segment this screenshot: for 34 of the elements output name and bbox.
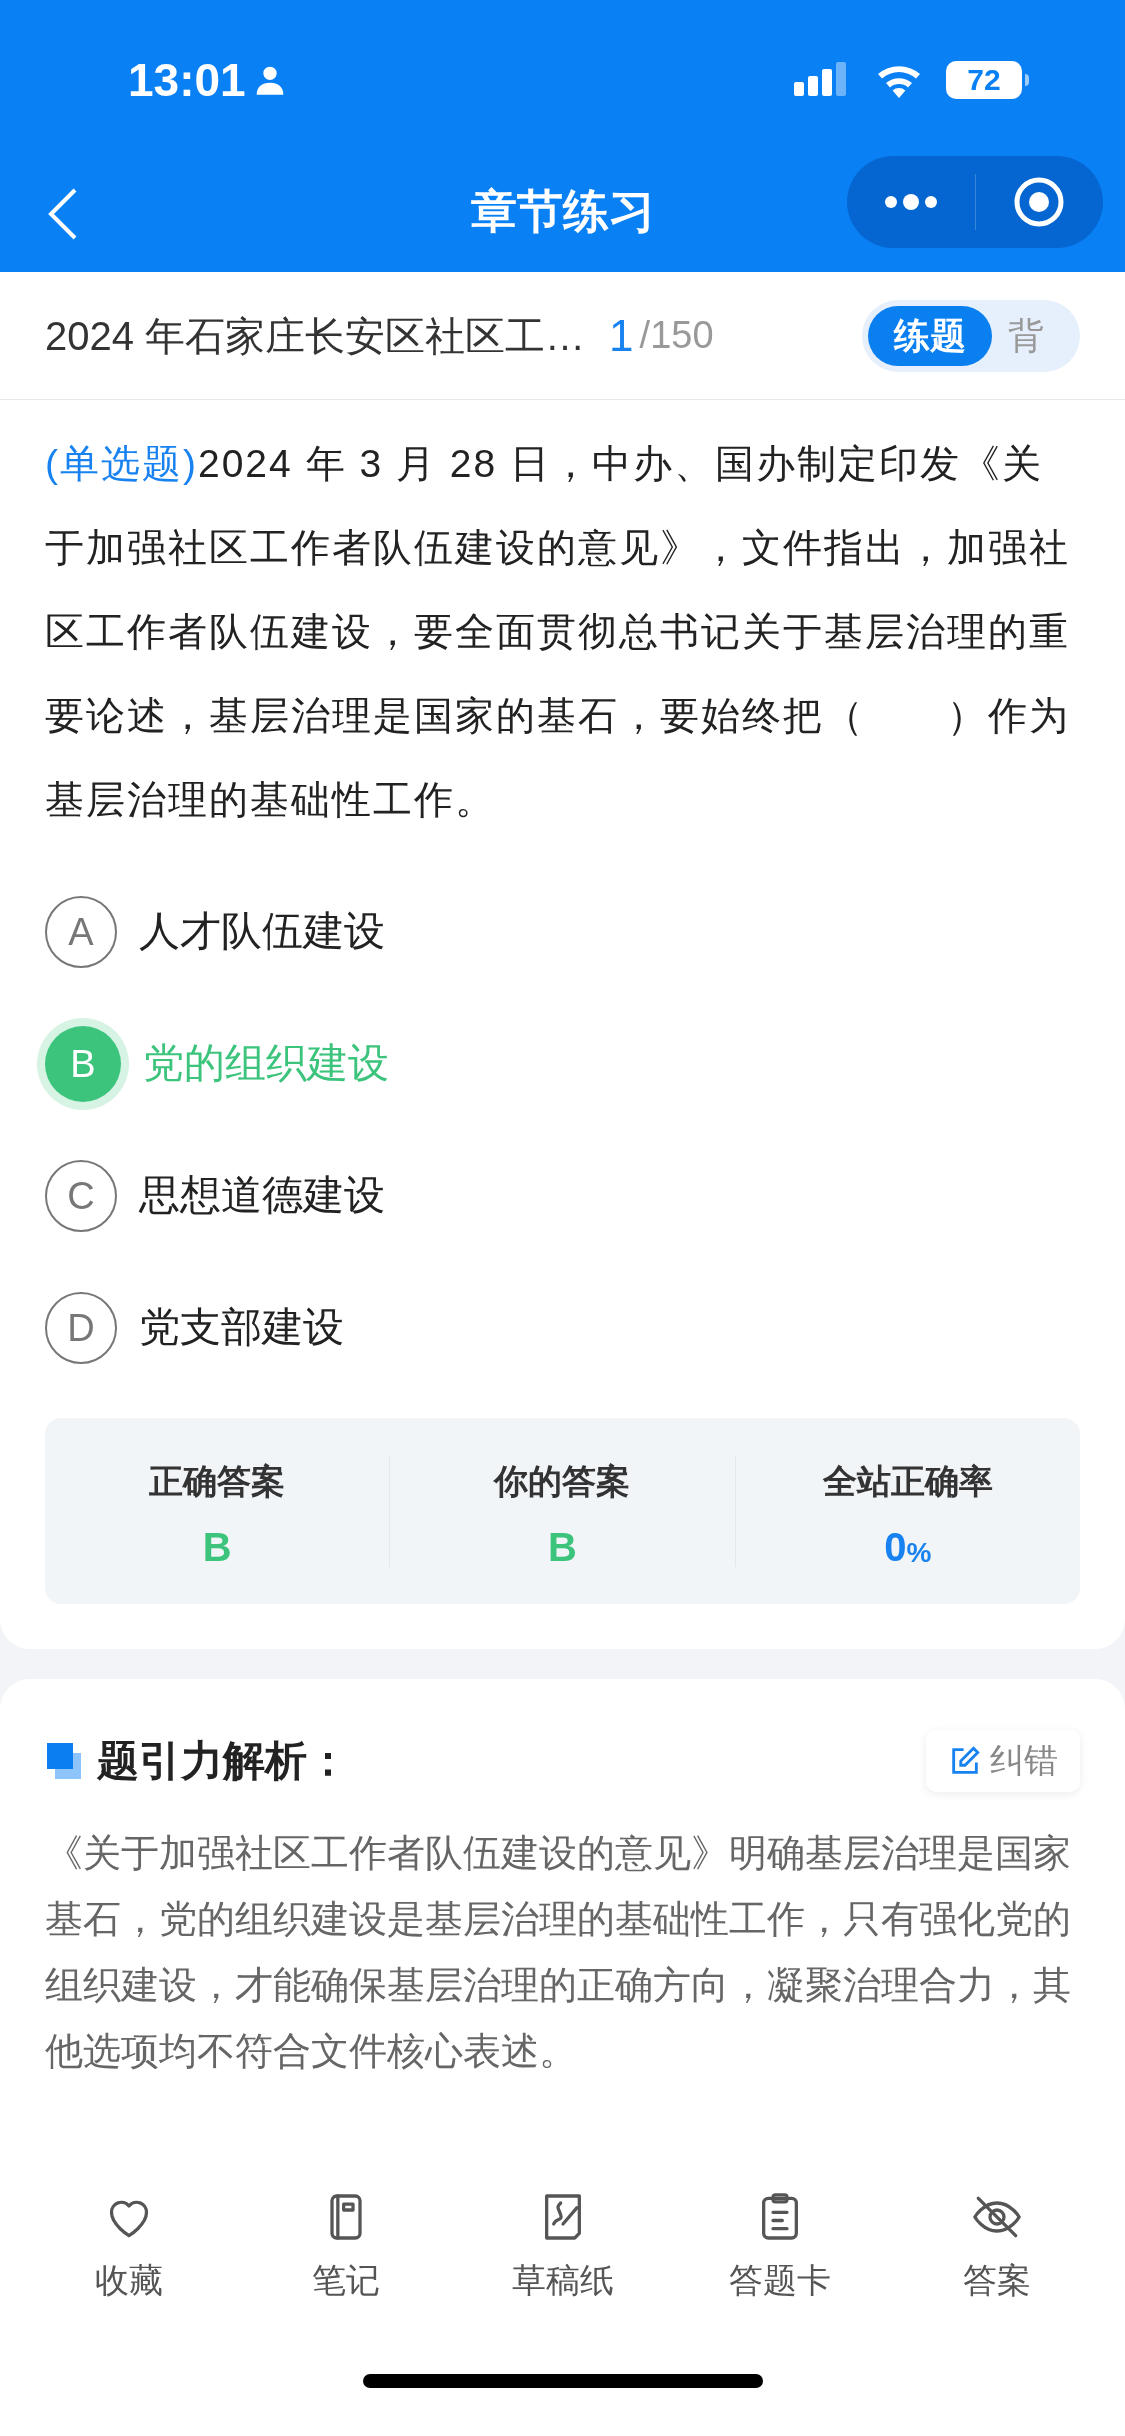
- stat-label: 正确答案: [149, 1460, 286, 1502]
- status-time: 13:01: [128, 52, 246, 108]
- stat-value: 0: [884, 1526, 907, 1567]
- analysis-title: 题引力解析：: [97, 1736, 349, 1786]
- battery-level: 72: [967, 65, 1001, 95]
- mode-tab[interactable]: 练题: [868, 305, 992, 366]
- option-text: 思想道德建设: [139, 1171, 385, 1221]
- question-text: (单选题)2024 年 3 月 28 日，中办、国办制定印发《关于加强社区工作者队伍建设的意见》，文件指出，加强社区工作者队伍建设，要全面贯彻总书记关于基层治理的重要论述，基层治理是国家的基石，要始终把（ ）作为基层治理的基础性工作。: [45, 441, 1071, 823]
- option-text: 党支部建设: [139, 1303, 344, 1353]
- option-letter: D: [45, 1292, 117, 1364]
- target-icon: [1013, 176, 1066, 228]
- answer-option[interactable]: D 党支部建设: [45, 1262, 1080, 1394]
- stat-value: B: [548, 1526, 577, 1567]
- toolbar-button[interactable]: 答案: [888, 2189, 1105, 2306]
- stat-unit: %: [906, 1538, 932, 1567]
- current-number: 1: [609, 309, 634, 362]
- stat-label: 全站正确率: [822, 1460, 993, 1502]
- option-text: 人才队伍建设: [139, 907, 385, 957]
- option-text: 党的组织建设: [143, 1039, 389, 1089]
- toolbar-button[interactable]: 收藏: [20, 2189, 237, 2306]
- toolbar-button[interactable]: 答题卡: [671, 2189, 888, 2306]
- exam-title: 2024 年石家庄长安区社区工…: [45, 312, 586, 360]
- option-letter: C: [45, 1160, 117, 1232]
- answer-option[interactable]: C 思想道德建设: [45, 1130, 1080, 1262]
- toolbar-button[interactable]: 笔记: [237, 2189, 454, 2306]
- page-title: 章节练习: [470, 183, 655, 239]
- answer-option[interactable]: A 人才队伍建设: [45, 866, 1080, 998]
- toolbar-button[interactable]: 草稿纸: [454, 2189, 671, 2306]
- stat-value: B: [202, 1526, 232, 1567]
- option-letter: A: [45, 896, 117, 968]
- analysis-text: 《关于加强社区工作者队伍建设的意见》明确基层治理是国家基石，党的组织建设是基层治理的基础性工作，只有强化党的组织建设，才能确保基层治理的正确方向，凝聚治理合力，其他选项均不符合文件核心表述。: [44, 1831, 1072, 2074]
- total-count: /150: [639, 313, 714, 358]
- report-error-button[interactable]: 纠错: [926, 1729, 1080, 1792]
- stat-label: 你的答案: [494, 1460, 631, 1502]
